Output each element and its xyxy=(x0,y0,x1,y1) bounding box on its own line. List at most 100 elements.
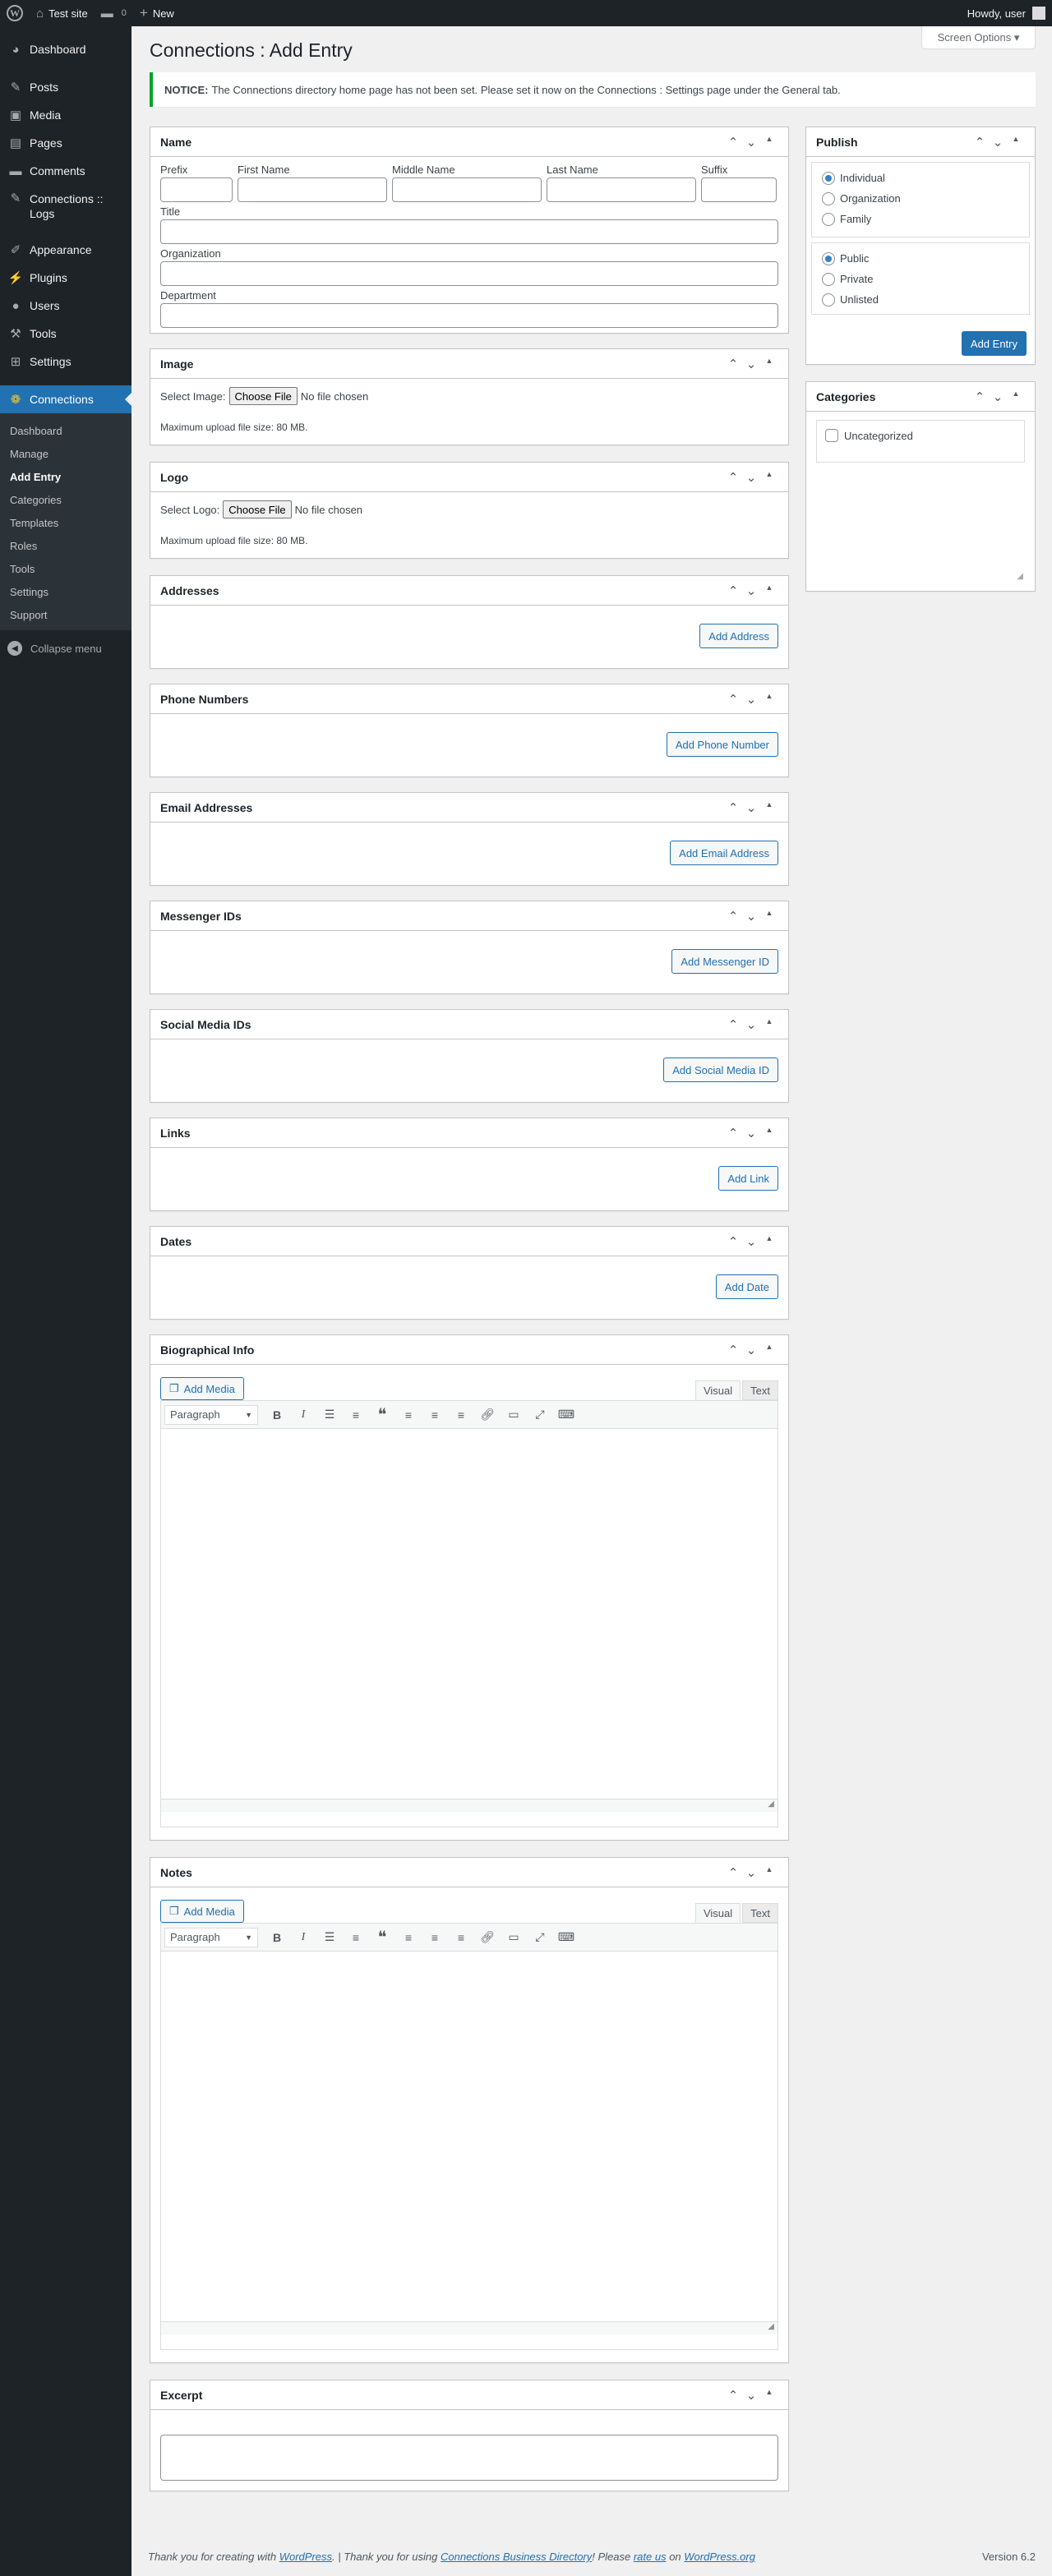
rate-us-link[interactable]: rate us xyxy=(634,2551,667,2563)
fullscreen-icon[interactable]: ⤢ xyxy=(528,1405,552,1425)
menu-connections-logs[interactable]: ✎ Connections :: Logs xyxy=(0,185,132,226)
toggle-panel-icon[interactable]: ▲ xyxy=(760,470,778,485)
toggle-panel-icon[interactable]: ▲ xyxy=(760,1234,778,1249)
collapse-menu-button[interactable]: ◀ Collapse menu xyxy=(0,634,132,663)
move-down-icon[interactable]: ⌄ xyxy=(742,1865,760,1880)
toggle-panel-icon[interactable]: ▲ xyxy=(1007,135,1025,150)
move-up-icon[interactable]: ⌃ xyxy=(724,2388,742,2403)
align-right-icon[interactable]: ≡ xyxy=(449,1405,473,1425)
submenu-tools[interactable]: Tools xyxy=(0,557,132,580)
align-center-icon[interactable]: ≡ xyxy=(422,1405,447,1425)
numbered-list-icon[interactable]: ≡ xyxy=(344,1405,368,1425)
move-down-icon[interactable]: ⌄ xyxy=(742,2388,760,2403)
middle-name-input[interactable] xyxy=(392,177,542,202)
toggle-panel-icon[interactable]: ▲ xyxy=(760,1343,778,1357)
menu-posts[interactable]: ✎ Posts xyxy=(0,73,132,101)
move-down-icon[interactable]: ⌄ xyxy=(742,1126,760,1141)
menu-tools[interactable]: ⚒ Tools xyxy=(0,320,132,348)
move-up-icon[interactable]: ⌃ xyxy=(724,692,742,707)
align-right-icon[interactable]: ≡ xyxy=(449,1928,473,1947)
align-left-icon[interactable]: ≡ xyxy=(396,1405,421,1425)
format-select[interactable]: Paragraph ▼ xyxy=(164,1404,258,1425)
choose-logo-button[interactable]: Choose File xyxy=(223,500,292,518)
screen-options-button[interactable]: Screen Options ▾ xyxy=(921,26,1036,49)
prefix-input[interactable] xyxy=(160,177,233,202)
numbered-list-icon[interactable]: ≡ xyxy=(344,1928,368,1947)
account-menu[interactable]: Howdy, user xyxy=(961,0,1052,26)
tab-text[interactable]: Text xyxy=(742,1380,778,1400)
link-icon[interactable]: 🔗︎ xyxy=(475,1928,500,1947)
add-social-media-id-button[interactable]: Add Social Media ID xyxy=(663,1058,778,1082)
radio-unlisted[interactable] xyxy=(822,293,835,306)
move-up-icon[interactable]: ⌃ xyxy=(724,1234,742,1249)
blockquote-icon[interactable]: ❝ xyxy=(370,1405,394,1425)
radio-public[interactable] xyxy=(822,251,835,265)
submenu-manage[interactable]: Manage xyxy=(0,442,132,465)
title-input[interactable] xyxy=(160,219,778,244)
move-down-icon[interactable]: ⌄ xyxy=(742,692,760,707)
move-down-icon[interactable]: ⌄ xyxy=(742,1017,760,1032)
toggle-panel-icon[interactable]: ▲ xyxy=(760,1126,778,1141)
radio-family[interactable] xyxy=(822,212,835,226)
menu-users[interactable]: ● Users xyxy=(0,292,132,320)
wordpress-logo-icon[interactable]: W xyxy=(0,0,30,26)
menu-settings[interactable]: ⊞ Settings xyxy=(0,348,132,376)
choose-image-button[interactable]: Choose File xyxy=(228,387,298,405)
menu-plugins[interactable]: ⚡ Plugins xyxy=(0,264,132,292)
move-up-icon[interactable]: ⌃ xyxy=(724,1017,742,1032)
menu-pages[interactable]: ▤ Pages xyxy=(0,129,132,157)
move-down-icon[interactable]: ⌄ xyxy=(742,800,760,815)
read-more-icon[interactable]: ▭ xyxy=(501,1405,526,1425)
add-entry-button[interactable]: Add Entry xyxy=(961,331,1027,356)
move-down-icon[interactable]: ⌄ xyxy=(742,583,760,598)
submenu-templates[interactable]: Templates xyxy=(0,511,132,534)
connections-link[interactable]: Connections Business Directory xyxy=(441,2551,592,2563)
menu-comments[interactable]: ▬ Comments xyxy=(0,157,132,185)
submenu-dashboard[interactable]: Dashboard xyxy=(0,419,132,442)
italic-icon[interactable]: I xyxy=(291,1405,316,1425)
add-date-button[interactable]: Add Date xyxy=(715,1274,778,1299)
submenu-categories[interactable]: Categories xyxy=(0,488,132,511)
toggle-panel-icon[interactable]: ▲ xyxy=(760,800,778,815)
tab-visual[interactable]: Visual xyxy=(694,1380,741,1400)
move-up-icon[interactable]: ⌃ xyxy=(724,909,742,924)
submenu-settings[interactable]: Settings xyxy=(0,580,132,603)
submenu-roles[interactable]: Roles xyxy=(0,534,132,557)
menu-appearance[interactable]: ✐ Appearance xyxy=(0,236,132,264)
last-name-input[interactable] xyxy=(547,177,696,202)
tab-text[interactable]: Text xyxy=(742,1903,778,1923)
move-up-icon[interactable]: ⌃ xyxy=(724,135,742,150)
add-link-button[interactable]: Add Link xyxy=(718,1166,778,1191)
toggle-panel-icon[interactable]: ▲ xyxy=(760,1865,778,1880)
move-up-icon[interactable]: ⌃ xyxy=(724,1865,742,1880)
toggle-panel-icon[interactable]: ▲ xyxy=(760,357,778,371)
excerpt-textarea[interactable] xyxy=(160,2435,778,2481)
move-up-icon[interactable]: ⌃ xyxy=(724,1126,742,1141)
bold-icon[interactable]: B xyxy=(265,1405,289,1425)
toggle-panel-icon[interactable]: ▲ xyxy=(760,2388,778,2403)
toggle-panel-icon[interactable]: ▲ xyxy=(760,1017,778,1032)
align-center-icon[interactable]: ≡ xyxy=(422,1928,447,1947)
resize-handle-icon[interactable]: ◢ xyxy=(768,2322,774,2334)
blockquote-icon[interactable]: ❝ xyxy=(370,1928,394,1947)
first-name-input[interactable] xyxy=(238,177,387,202)
move-up-icon[interactable]: ⌃ xyxy=(971,389,989,404)
move-down-icon[interactable]: ⌄ xyxy=(742,1234,760,1249)
wordpress-org-link[interactable]: WordPress.org xyxy=(684,2551,755,2563)
tab-visual[interactable]: Visual xyxy=(694,1903,741,1923)
add-messenger-id-button[interactable]: Add Messenger ID xyxy=(671,949,778,974)
editor-content[interactable] xyxy=(161,1952,777,2321)
submenu-add-entry[interactable]: Add Entry xyxy=(0,465,132,488)
radio-individual[interactable] xyxy=(822,171,835,185)
link-icon[interactable]: 🔗︎ xyxy=(475,1405,500,1425)
menu-dashboard[interactable]: ◕ Dashboard xyxy=(0,35,132,63)
move-down-icon[interactable]: ⌄ xyxy=(742,1343,760,1357)
add-address-button[interactable]: Add Address xyxy=(699,624,778,648)
checkbox-uncategorized[interactable] xyxy=(825,429,838,442)
move-down-icon[interactable]: ⌄ xyxy=(989,389,1007,404)
site-name-link[interactable]: ⌂ Test site xyxy=(30,0,95,26)
organization-input[interactable] xyxy=(160,261,778,286)
suffix-input[interactable] xyxy=(701,177,777,202)
format-select[interactable]: Paragraph ▼ xyxy=(164,1927,258,1947)
toolbar-toggle-icon[interactable]: ⌨ xyxy=(554,1928,579,1947)
